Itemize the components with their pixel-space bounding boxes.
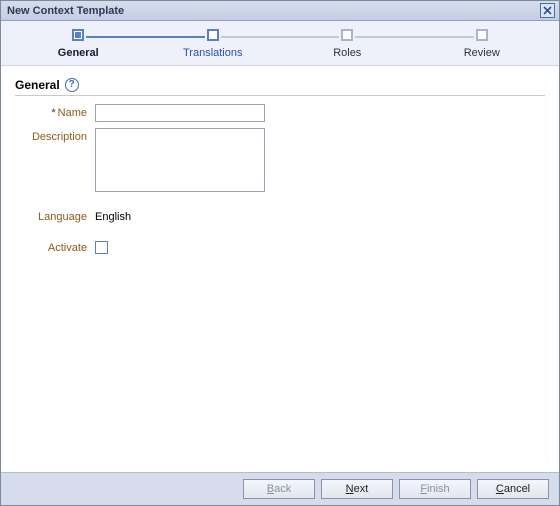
wizard-step-bar: General Translations Roles Review <box>1 21 559 66</box>
help-icon[interactable]: ? <box>65 78 79 92</box>
step-box-icon <box>476 29 488 41</box>
form-row-language: Language English <box>15 208 545 223</box>
button-label: Back <box>267 483 291 495</box>
step-label: Translations <box>146 47 281 59</box>
step-connector <box>355 36 474 38</box>
step-box-icon <box>72 29 84 41</box>
dialog-window: New Context Template General Translation… <box>0 0 560 506</box>
title-bar: New Context Template <box>1 1 559 21</box>
step-label: Roles <box>280 47 415 59</box>
language-label: Language <box>15 208 95 223</box>
step-connector <box>221 36 340 38</box>
wizard-step-general[interactable]: General <box>11 29 146 59</box>
cancel-button[interactable]: Cancel <box>477 479 549 499</box>
wizard-step-roles[interactable]: Roles <box>280 29 415 59</box>
dialog-title: New Context Template <box>7 5 540 17</box>
back-button: Back <box>243 479 315 499</box>
button-label: Next <box>346 483 369 495</box>
name-input[interactable] <box>95 104 265 122</box>
button-label: Cancel <box>496 483 530 495</box>
form-row-description: Description <box>15 128 545 192</box>
activate-checkbox[interactable] <box>95 241 108 254</box>
section-header: General ? <box>15 78 545 92</box>
wizard-step-review[interactable]: Review <box>415 29 550 59</box>
close-icon <box>543 6 552 15</box>
name-label: *Name <box>15 104 95 119</box>
step-box-icon <box>207 29 219 41</box>
step-label: General <box>11 47 146 59</box>
section-title: General <box>15 78 60 92</box>
description-textarea[interactable] <box>95 128 265 192</box>
step-label: Review <box>415 47 550 59</box>
close-button[interactable] <box>540 3 555 18</box>
finish-button: Finish <box>399 479 471 499</box>
step-box-icon <box>341 29 353 41</box>
next-button[interactable]: Next <box>321 479 393 499</box>
button-bar: Back Next Finish Cancel <box>1 472 559 505</box>
form-row-activate: Activate <box>15 239 545 254</box>
description-label: Description <box>15 128 95 143</box>
wizard-step-translations[interactable]: Translations <box>146 29 281 59</box>
activate-label: Activate <box>15 239 95 254</box>
language-value: English <box>95 208 131 223</box>
section-divider <box>15 95 545 96</box>
button-label: Finish <box>420 483 449 495</box>
content-area: General ? *Name Description Language Eng… <box>1 66 559 472</box>
step-connector <box>86 36 205 38</box>
form-row-name: *Name <box>15 104 545 122</box>
